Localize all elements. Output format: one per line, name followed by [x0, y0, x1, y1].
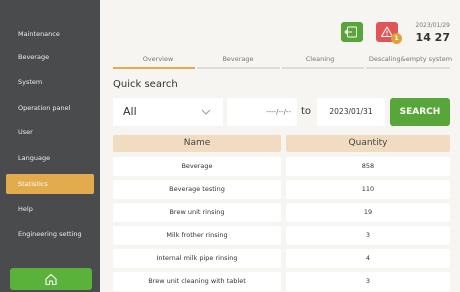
row-name: Milk frother rinsing — [113, 226, 281, 245]
tab-indicator-active — [113, 67, 195, 69]
current-date: 2023/01/29 — [415, 22, 450, 29]
alarm-button[interactable]: 1 — [376, 22, 402, 44]
row-quantity: 110 — [286, 180, 450, 199]
tab-underline — [366, 67, 450, 69]
tab-overview[interactable]: Overview — [128, 55, 188, 63]
sidebar: Maintenance Beverage System Operation pa… — [0, 0, 100, 292]
row-name: Brew unit cleaning with tablet — [113, 272, 281, 291]
home-button[interactable] — [10, 268, 92, 290]
to-label: to — [301, 106, 312, 117]
row-quantity: 3 — [286, 226, 450, 245]
sidebar-item-user[interactable]: User — [6, 122, 94, 142]
tab-underline — [282, 67, 364, 69]
main-panel: 1 2023/01/29 14 27 Overview Beverage Cle… — [100, 0, 460, 292]
row-name: Beverage — [113, 157, 281, 176]
sidebar-item-engineering-setting[interactable]: Engineering setting — [6, 224, 94, 244]
table-row: Brew unit rinsing 19 — [113, 203, 450, 222]
tab-cleaning[interactable]: Cleaning — [295, 55, 345, 63]
table-row: Beverage 858 — [113, 157, 450, 176]
row-quantity: 19 — [286, 203, 450, 222]
table-row: Beverage testing 110 — [113, 180, 450, 199]
row-quantity: 858 — [286, 157, 450, 176]
column-header-name: Name — [113, 135, 281, 152]
search-button[interactable]: SEARCH — [390, 98, 450, 126]
sidebar-item-operation-panel[interactable]: Operation panel — [6, 98, 94, 118]
table-row: Brew unit cleaning with tablet 3 — [113, 272, 450, 291]
table-row: Milk frother rinsing 3 — [113, 226, 450, 245]
alarm-count-badge: 1 — [391, 33, 402, 44]
sidebar-item-maintenance[interactable]: Maintenance — [6, 24, 94, 44]
row-quantity: 3 — [286, 272, 450, 291]
sidebar-item-beverage[interactable]: Beverage — [6, 47, 94, 67]
column-header-quantity: Quantity — [286, 135, 450, 152]
tab-beverage[interactable]: Beverage — [208, 55, 268, 63]
quick-search-title: Quick search — [113, 79, 178, 90]
sidebar-item-help[interactable]: Help — [6, 199, 94, 219]
date-from-input[interactable]: ----/--/-- — [227, 98, 297, 126]
table-row: Internal milk pipe rinsing 4 — [113, 249, 450, 268]
chevron-down-icon — [201, 109, 211, 115]
sidebar-item-statistics[interactable]: Statistics — [6, 174, 94, 194]
exit-button[interactable] — [341, 22, 363, 42]
home-icon — [45, 273, 57, 286]
sidebar-item-language[interactable]: Language — [6, 148, 94, 168]
current-time: 14 27 — [415, 31, 450, 44]
row-quantity: 4 — [286, 249, 450, 268]
filter-select-value: All — [123, 105, 137, 118]
filter-select[interactable]: All — [113, 98, 223, 126]
tab-descaling-empty-system[interactable]: Descaling&empty system — [363, 55, 458, 63]
row-name: Internal milk pipe rinsing — [113, 249, 281, 268]
tab-underline — [197, 67, 280, 69]
exit-icon — [344, 26, 357, 38]
date-to-input[interactable]: 2023/01/31 — [317, 98, 385, 126]
sidebar-item-system[interactable]: System — [6, 72, 94, 92]
row-name: Beverage testing — [113, 180, 281, 199]
row-name: Brew unit rinsing — [113, 203, 281, 222]
